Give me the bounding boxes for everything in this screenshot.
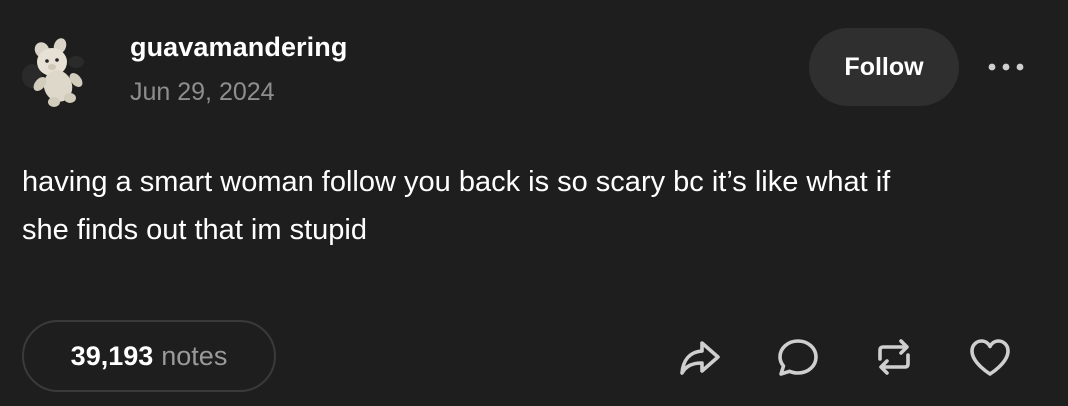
teddy-bear-avatar-icon [22,38,84,107]
reblog-icon [878,339,910,375]
reply-button[interactable] [774,333,822,381]
like-button[interactable] [966,333,1014,381]
post-body: having a smart woman follow you back is … [22,158,1022,254]
post-date[interactable]: Jun 29, 2024 [130,78,275,107]
post-body-line: she finds out that im stupid [22,214,367,246]
ellipsis-icon [988,63,1024,71]
share-button[interactable] [676,333,724,381]
follow-button[interactable]: Follow [809,28,959,106]
notes-label: notes [161,340,228,371]
reblog-button[interactable] [870,333,918,381]
notes-count: 39,193 [70,340,154,371]
share-icon [680,341,720,375]
heart-icon [970,339,1010,376]
more-options-button[interactable] [983,52,1029,82]
notes-button[interactable]: 39,193 notes [22,320,276,392]
author-username[interactable]: guavamandering [130,32,347,63]
post-body-line: having a smart woman follow you back is … [22,166,891,198]
author-avatar[interactable] [16,34,94,112]
post-card: guavamandering Jun 29, 2024 Follow havin… [0,0,1068,406]
reply-icon [778,339,818,376]
